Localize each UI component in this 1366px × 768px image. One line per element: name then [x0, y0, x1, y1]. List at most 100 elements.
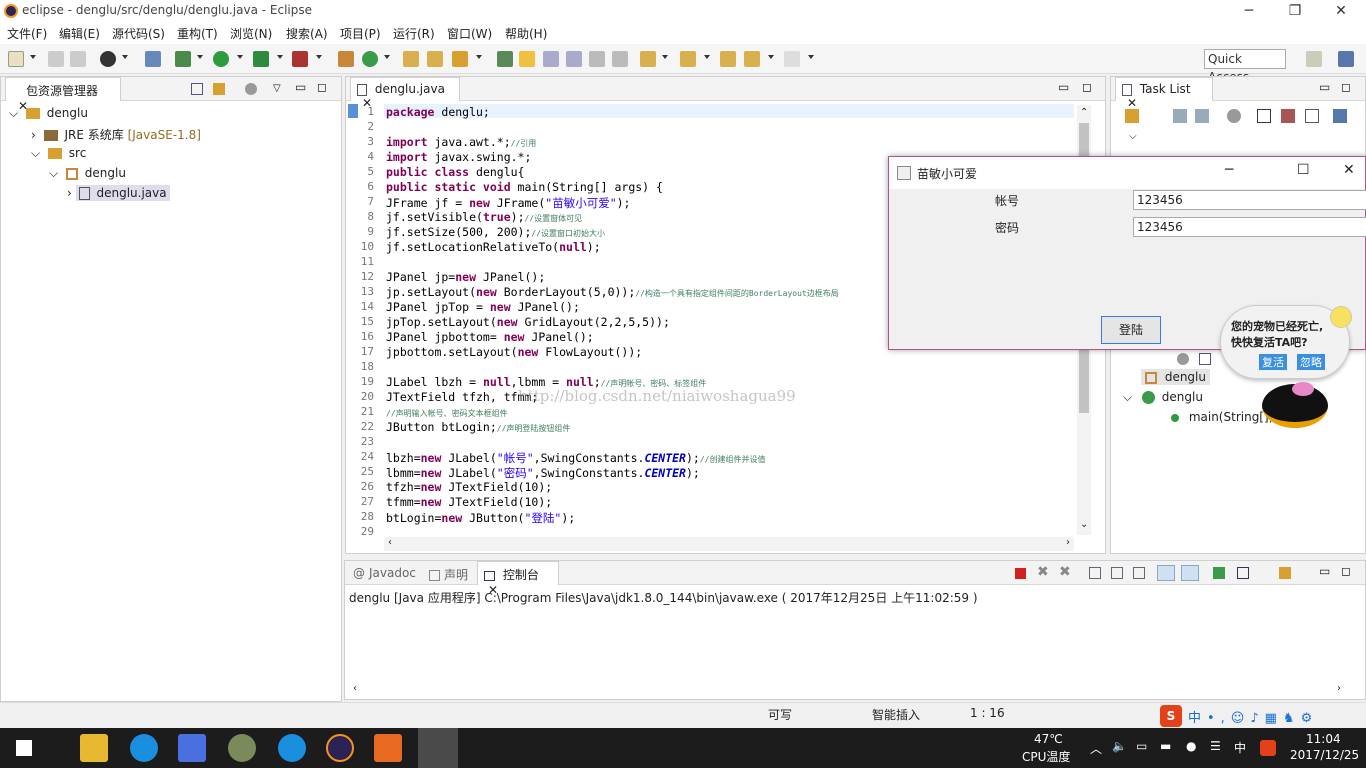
- java-app-taskbar-icon[interactable]: [374, 734, 402, 762]
- menu-project[interactable]: 项目(P): [340, 25, 381, 42]
- categorize-icon[interactable]: [1173, 109, 1187, 123]
- clock-time[interactable]: 11:04: [1306, 732, 1341, 746]
- new-class-icon[interactable]: [362, 51, 378, 67]
- debug-icon[interactable]: [100, 51, 116, 67]
- outline-toolbar-icon[interactable]: [1177, 353, 1189, 365]
- tree-item-package[interactable]: ⌵ denglu: [49, 166, 126, 181]
- tree-item-jre[interactable]: › JRE 系统库 [JavaSE-1.8]: [31, 126, 201, 143]
- forward-icon[interactable]: [784, 51, 800, 67]
- chevron-down-icon[interactable]: [237, 55, 243, 59]
- schedule-icon[interactable]: [1195, 109, 1209, 123]
- paragraph-icon[interactable]: [612, 51, 628, 67]
- last-edit-icon[interactable]: [720, 51, 736, 67]
- scroll-left-icon[interactable]: ‹: [353, 683, 357, 694]
- close-button[interactable]: ✕: [1343, 162, 1355, 178]
- save-icon[interactable]: [48, 51, 64, 67]
- menu-source[interactable]: 源代码(S): [112, 25, 165, 42]
- chevron-right-icon[interactable]: ›: [67, 186, 72, 200]
- login-button[interactable]: 登陆: [1101, 316, 1161, 344]
- menu-refactor[interactable]: 重构(T): [177, 25, 218, 42]
- chevron-down-icon[interactable]: ⌵: [1129, 131, 1137, 142]
- java-perspective-icon[interactable]: [1338, 51, 1354, 67]
- minimize-button[interactable]: ─: [1225, 162, 1233, 178]
- maximize-icon[interactable]: ◻: [1341, 564, 1351, 578]
- tab-console[interactable]: 控制台 ✕: [477, 561, 559, 597]
- scroll-up-icon[interactable]: ⌃: [1080, 107, 1088, 118]
- horizontal-scrollbar[interactable]: ‹ ›: [384, 537, 1074, 551]
- restore-button[interactable]: ❐: [1272, 0, 1318, 22]
- show-on-error-icon[interactable]: [1181, 565, 1199, 581]
- chevron-down-icon[interactable]: [316, 55, 322, 59]
- kugou-icon[interactable]: [278, 734, 306, 762]
- tab-package-explorer[interactable]: 包资源管理器 ✕: [5, 77, 121, 113]
- volume-icon[interactable]: 🔈: [1112, 739, 1127, 753]
- password-field[interactable]: 123456: [1133, 217, 1366, 237]
- maximize-icon[interactable]: ◻: [1341, 80, 1351, 94]
- scroll-lock-icon[interactable]: [1111, 567, 1123, 579]
- open-type-icon[interactable]: [403, 51, 419, 67]
- filter-icon[interactable]: [1227, 109, 1241, 123]
- close-icon[interactable]: ✕: [1127, 96, 1137, 110]
- tab-declaration[interactable]: 声明: [429, 566, 468, 583]
- outline-item-package[interactable]: denglu: [1141, 369, 1210, 385]
- maximize-button[interactable]: ☐: [1297, 162, 1310, 178]
- chevron-down-icon[interactable]: [768, 55, 774, 59]
- chevron-down-icon[interactable]: ⌵: [49, 166, 58, 180]
- terminate-icon[interactable]: [1015, 568, 1026, 579]
- pin-console-icon[interactable]: [1213, 567, 1225, 579]
- tree-item-java-file[interactable]: › denglu.java: [67, 185, 170, 201]
- highlight-icon[interactable]: [519, 51, 535, 67]
- new-task-icon[interactable]: [1125, 109, 1139, 123]
- chevron-down-icon[interactable]: [476, 55, 482, 59]
- tree-item-project[interactable]: ⌵ denglu: [9, 106, 88, 121]
- new-console-icon[interactable]: [1279, 567, 1291, 579]
- tab-javadoc[interactable]: @ Javadoc: [353, 566, 416, 580]
- console-hscroll[interactable]: ‹ ›: [349, 683, 1345, 697]
- chevron-down-icon[interactable]: [277, 55, 283, 59]
- file-explorer-icon[interactable]: [80, 734, 108, 762]
- outline-collapse-icon[interactable]: [1199, 353, 1211, 365]
- view-menu-icon[interactable]: [245, 83, 257, 95]
- coverage-icon[interactable]: [253, 51, 269, 67]
- battery-icon[interactable]: ▬: [1160, 739, 1171, 753]
- minimize-button[interactable]: ─: [1226, 0, 1272, 22]
- block-select-icon[interactable]: [566, 51, 582, 67]
- scroll-left-icon[interactable]: ‹: [388, 537, 392, 548]
- back-icon[interactable]: [744, 51, 760, 67]
- sogou-ime-icon[interactable]: S: [1160, 705, 1182, 727]
- next-annotation-icon[interactable]: [640, 51, 656, 67]
- windows-start-icon[interactable]: [16, 740, 32, 756]
- clock-date[interactable]: 2017/12/25: [1290, 748, 1359, 762]
- close-button[interactable]: ✕: [1318, 0, 1364, 22]
- maximize-icon[interactable]: ◻: [1082, 80, 1092, 94]
- clear-console-icon[interactable]: [1089, 567, 1101, 579]
- scroll-right-icon[interactable]: ›: [1066, 537, 1070, 548]
- notification-icon[interactable]: ▭: [1136, 739, 1147, 753]
- ignore-button[interactable]: 忽略: [1297, 354, 1325, 370]
- collapse-icon[interactable]: [1305, 109, 1319, 123]
- tab-denglu-java[interactable]: denglu.java ✕: [350, 77, 460, 110]
- scroll-right-icon[interactable]: ›: [1337, 683, 1341, 694]
- menu-help[interactable]: 帮助(H): [505, 25, 547, 42]
- ime-toolbar[interactable]: 中•,☺♪▦♞⚙: [1188, 707, 1364, 726]
- bug-icon[interactable]: [175, 51, 191, 67]
- maximize-icon[interactable]: ◻: [317, 80, 327, 94]
- quick-access-input[interactable]: Quick Access: [1204, 49, 1286, 84]
- minimize-icon[interactable]: ▭: [1319, 80, 1330, 94]
- search-icon[interactable]: [452, 51, 468, 67]
- sogou-browser-icon[interactable]: [130, 734, 158, 762]
- chevron-down-icon[interactable]: [808, 55, 814, 59]
- chevron-down-icon[interactable]: ⌵: [9, 106, 18, 120]
- scroll-down-icon[interactable]: ⌄: [1080, 519, 1088, 530]
- ime-mode[interactable]: 中: [1234, 739, 1246, 756]
- hide-completed-icon[interactable]: [1257, 109, 1271, 123]
- app-avatar-icon[interactable]: [228, 734, 256, 762]
- message-icon[interactable]: ☰: [1210, 739, 1221, 753]
- menu-run[interactable]: 运行(R): [393, 25, 435, 42]
- chevron-down-icon[interactable]: [662, 55, 668, 59]
- tree-item-src[interactable]: ⌵ src: [31, 146, 86, 161]
- annotation-icon[interactable]: [497, 51, 513, 67]
- chevron-up-icon[interactable]: ︿: [1090, 740, 1102, 757]
- chevron-down-icon[interactable]: [30, 55, 36, 59]
- java-app-active-icon[interactable]: [418, 728, 458, 768]
